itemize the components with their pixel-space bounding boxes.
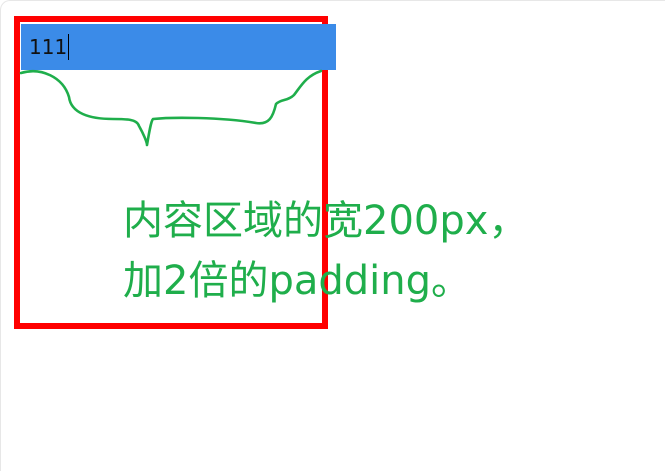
- text-input[interactable]: 111: [21, 24, 336, 70]
- text-caret: [68, 34, 70, 60]
- canvas: 111 内容区域的宽200px， 加2倍的padding。: [0, 0, 665, 471]
- annotation-text: 内容区域的宽200px， 加2倍的padding。: [123, 191, 528, 311]
- input-value: 111: [29, 35, 68, 59]
- annotation-line-2: 加2倍的padding。: [123, 258, 471, 304]
- annotation-line-1: 内容区域的宽200px，: [123, 198, 529, 244]
